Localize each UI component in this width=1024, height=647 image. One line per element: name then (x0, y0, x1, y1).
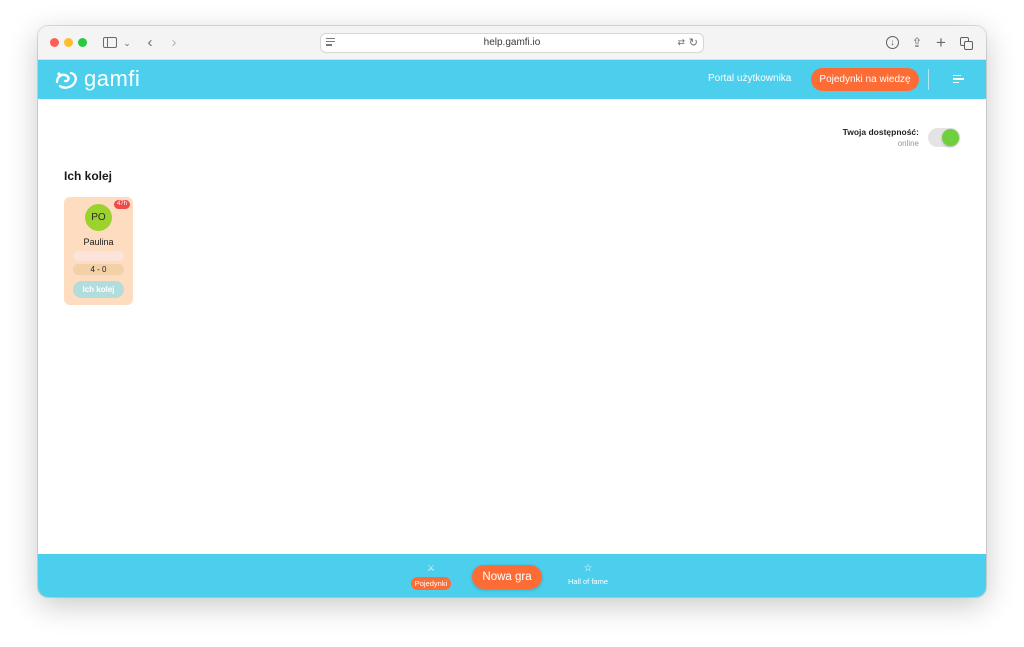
section-title: Ich kolej (64, 169, 113, 183)
score: 4 - 0 (73, 264, 124, 275)
browser-window: ⌄ ‹ › help.gamfi.io ⇄ ↻ ↓ ⇪ + gamfi Port… (38, 26, 986, 597)
progress-bar (73, 251, 124, 261)
nav-hall-label: Hall of fame (567, 577, 609, 586)
header-divider (928, 69, 929, 90)
knowledge-duels-button[interactable]: Pojedynki na wiedzę (811, 68, 919, 91)
minimize-window-button[interactable] (64, 38, 73, 47)
availability-label: Twoja dostępność: (842, 127, 919, 137)
nav-duels[interactable]: ⚔ Pojedynki (407, 563, 455, 591)
reload-icon[interactable]: ↻ (689, 36, 698, 49)
star-icon: ☆ (583, 563, 593, 574)
address-bar[interactable]: help.gamfi.io ⇄ ↻ (320, 33, 704, 53)
their-turn-button[interactable]: Ich kolej (73, 281, 124, 298)
bottom-nav: ⚔ Pojedynki Nowa gra ☆ Hall of fame (38, 554, 986, 597)
menu-icon[interactable] (953, 75, 965, 85)
nav-hall-of-fame[interactable]: ☆ Hall of fame (560, 563, 616, 586)
availability-toggle[interactable] (928, 128, 960, 147)
time-badge: 47h (114, 200, 131, 209)
translate-icon[interactable]: ⇄ (677, 37, 685, 48)
share-icon[interactable]: ⇪ (910, 35, 924, 51)
sidebar-icon[interactable] (102, 35, 118, 51)
portal-link[interactable]: Portal użytkownika (708, 73, 791, 84)
maximize-window-button[interactable] (78, 38, 87, 47)
app-header: gamfi Portal użytkownika Pojedynki na wi… (38, 60, 986, 99)
gamfi-logo[interactable]: gamfi (54, 66, 140, 92)
new-tab-icon[interactable]: + (934, 34, 948, 51)
forward-icon[interactable]: › (168, 35, 180, 51)
gamfi-logo-icon (55, 71, 77, 89)
close-window-button[interactable] (50, 38, 59, 47)
back-icon[interactable]: ‹ (144, 35, 156, 51)
url-text[interactable]: help.gamfi.io (321, 37, 703, 48)
download-icon[interactable]: ↓ (886, 35, 900, 51)
nav-duels-label: Pojedynki (410, 577, 452, 590)
availability-status: online (897, 139, 919, 148)
browser-toolbar: ⌄ ‹ › help.gamfi.io ⇄ ↻ ↓ ⇪ + (38, 26, 986, 60)
player-name: Paulina (83, 237, 114, 247)
chevron-down-icon[interactable]: ⌄ (122, 35, 132, 51)
toggle-knob (942, 129, 959, 146)
tab-overview-icon[interactable] (960, 35, 974, 51)
logo-text: gamfi (84, 66, 141, 91)
new-game-button[interactable]: Nowa gra (472, 565, 542, 589)
avatar: PO (85, 204, 112, 231)
game-card[interactable]: 47h PO Paulina 4 - 0 Ich kolej (64, 197, 133, 305)
duels-icon: ⚔ (426, 563, 436, 573)
